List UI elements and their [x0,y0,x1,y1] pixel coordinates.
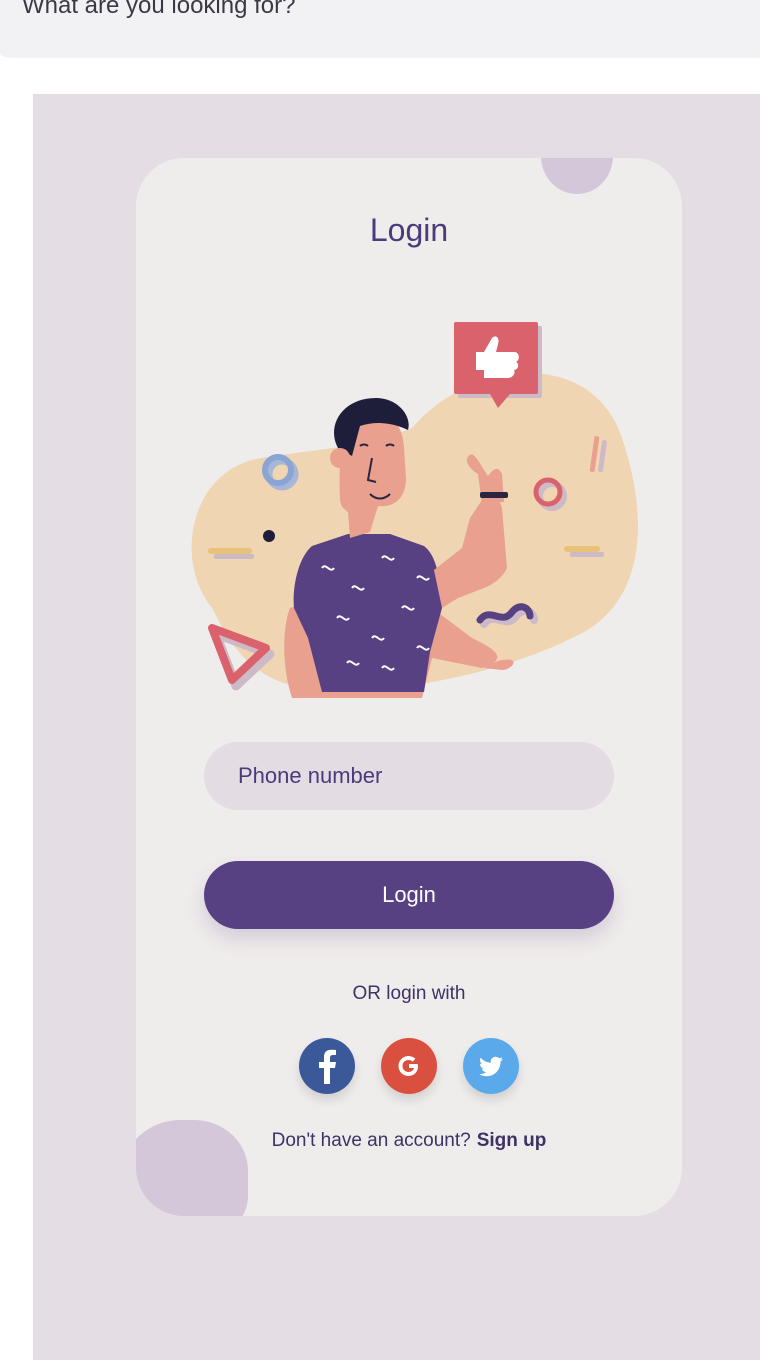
search-bar[interactable]: What are you looking for? [0,0,760,58]
search-placeholder: What are you looking for? [22,0,296,19]
page-title: Login [369,212,449,248]
facebook-icon [299,1038,355,1094]
signup-row: Don't have an account? Sign up [136,1130,682,1152]
login-button[interactable]: Login [204,861,614,929]
decorative-blob-top [541,158,613,194]
waving-man-illustration [191,322,638,698]
twitter-login-button[interactable] [463,1038,519,1094]
twitter-icon [463,1038,519,1094]
no-account-text: Don't have an account? [271,1130,471,1151]
phone-number-input[interactable]: Phone number [204,742,614,810]
google-icon [381,1038,437,1094]
facebook-login-button[interactable] [299,1038,355,1094]
shot-canvas: Login Phone number Login OR login with D… [33,94,760,1360]
login-screen: Login Phone number Login OR login with D… [136,158,682,1216]
sign-up-link[interactable]: Sign up [477,1130,547,1151]
google-login-button[interactable] [381,1038,437,1094]
or-login-with-label: OR login with [352,983,466,1004]
